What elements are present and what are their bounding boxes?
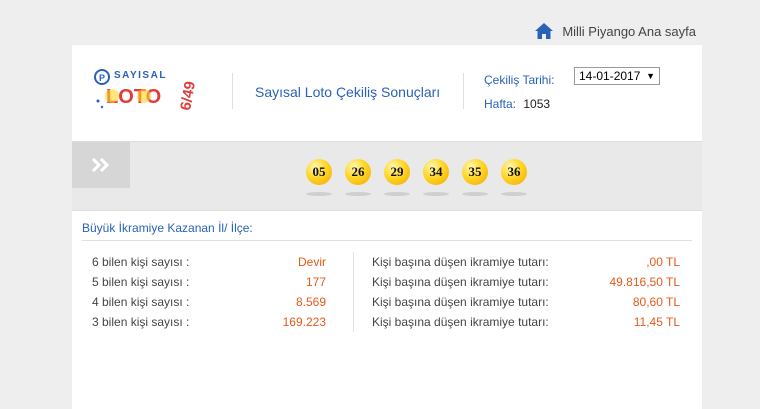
ball-shadow: [384, 192, 410, 196]
sayisal-loto-logo: P SAYISAL LOTO 6/49: [94, 69, 199, 112]
draw-date-select[interactable]: 14-01-2017 ▼: [574, 67, 660, 85]
winning-ball: 26: [345, 159, 371, 185]
match-count-label: 5 bilen kişi sayısı :: [92, 275, 190, 289]
section-divider: [82, 240, 692, 241]
prize-amount: 11,45 TL: [633, 315, 680, 329]
match-count-label: 4 bilen kişi sayısı :: [92, 295, 190, 309]
draw-date-value: 14-01-2017: [579, 69, 641, 83]
winning-ball: 36: [501, 159, 527, 185]
expand-toggle[interactable]: [72, 142, 130, 188]
header-divider: [232, 73, 233, 109]
results-card: P SAYISAL LOTO 6/49 Sayısal Loto Çekiliş…: [72, 45, 702, 409]
prize-amount: 80,60 TL: [632, 295, 680, 309]
svg-text:6/49: 6/49: [177, 80, 199, 112]
week-info: Hafta: 1053: [484, 97, 550, 111]
winning-ball: 05: [306, 159, 332, 185]
winner-count: 169.223: [282, 315, 326, 329]
ball-shadow: [345, 192, 371, 196]
winning-ball: 29: [384, 159, 410, 185]
home-link-label: Milli Piyango Ana sayfa: [562, 23, 696, 39]
ball-shadow: [423, 192, 449, 196]
winner-count: Devir: [297, 255, 326, 269]
winner-count: 8.569: [295, 295, 326, 309]
match-count-label: 3 bilen kişi sayısı :: [92, 315, 190, 329]
prize-label: Kişi başına düşen ikramiye tutarı:: [372, 315, 549, 329]
week-label: Hafta:: [484, 97, 517, 111]
double-chevron-right-icon: [91, 157, 110, 173]
prize-label: Kişi başına düşen ikramiye tutarı:: [372, 275, 549, 289]
winning-ball: 35: [462, 159, 488, 185]
prize-label: Kişi başına düşen ikramiye tutarı:: [372, 255, 549, 269]
prize-amount: 49.816,50 TL: [609, 275, 680, 289]
home-icon: [535, 23, 554, 39]
winner-count: 177: [305, 275, 326, 289]
match-count-label: 6 bilen kişi sayısı :: [92, 255, 190, 269]
ball-shadow: [462, 192, 488, 196]
table-row: 3 bilen kişi sayısı : 169.223 Kişi başın…: [72, 312, 702, 332]
results-table: 6 bilen kişi sayısı : Devir Kişi başına …: [72, 252, 702, 332]
table-row: 5 bilen kişi sayısı : 177 Kişi başına dü…: [72, 272, 702, 292]
results-header: P SAYISAL LOTO 6/49 Sayısal Loto Çekiliş…: [72, 45, 702, 141]
svg-text:SAYISAL: SAYISAL: [114, 70, 167, 81]
table-row: 6 bilen kişi sayısı : Devir Kişi başına …: [72, 252, 702, 272]
winning-ball: 34: [423, 159, 449, 185]
home-link[interactable]: Milli Piyango Ana sayfa: [534, 22, 696, 40]
table-row: 4 bilen kişi sayısı : 8.569 Kişi başına …: [72, 292, 702, 312]
draw-date-label: Çekiliş Tarihi:: [484, 73, 555, 87]
dropdown-arrow-icon: ▼: [646, 71, 655, 81]
page-title: Sayısal Loto Çekiliş Sonuçları: [255, 84, 441, 100]
ball-shadow: [306, 192, 332, 196]
ball-shadow: [501, 192, 527, 196]
header-divider: [463, 73, 464, 109]
winning-numbers-band: 05 26 29 34 35 36: [72, 141, 702, 211]
svg-text:P: P: [99, 73, 105, 83]
prize-amount: ,00 TL: [646, 255, 680, 269]
prize-label: Kişi başına düşen ikramiye tutarı:: [372, 295, 549, 309]
jackpot-winners-title: Büyük İkramiye Kazanan İl/ İlçe:: [82, 221, 253, 235]
week-value: 1053: [523, 97, 551, 111]
